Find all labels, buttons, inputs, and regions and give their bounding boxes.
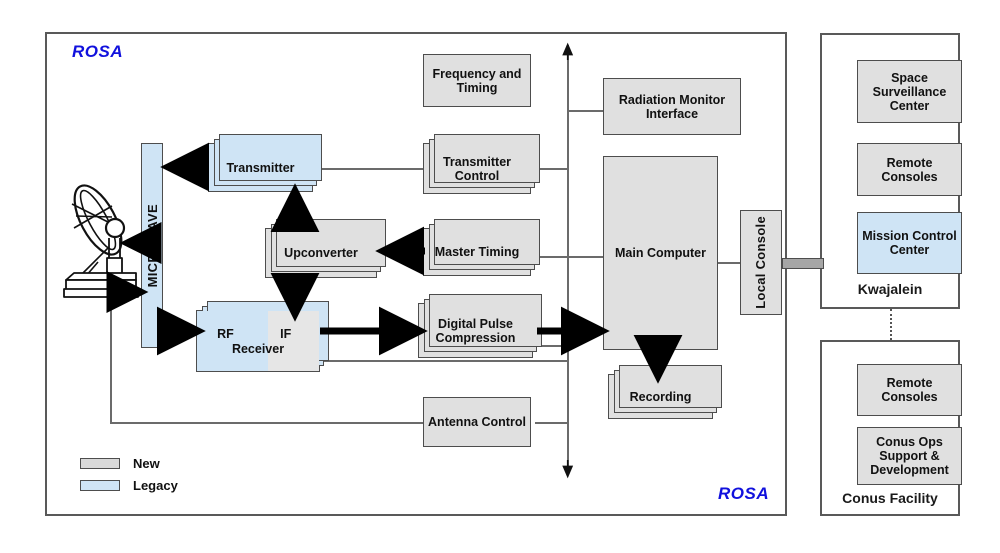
kwajalein-box-2-label: Mission Control Center: [862, 229, 957, 257]
box-digital-pulse-compression-label: Digital Pulse Compression: [435, 316, 516, 345]
microwave-bar: MICROWAVE: [141, 143, 163, 348]
receiver-rf-half: [197, 311, 268, 371]
diagram-canvas: ROSA ROSA MICROWAVE Transmitter Frequenc…: [0, 0, 1000, 553]
conus-box-conus-ops-support-development[interactable]: Conus Ops Support & Development: [857, 427, 962, 485]
legend-item-legacy: Legacy: [80, 478, 178, 493]
vertical-bus: [567, 45, 569, 475]
legend-label-new: New: [133, 456, 160, 471]
antenna-icon: [63, 184, 139, 298]
line-receiver-to-bus: [318, 360, 568, 362]
box-frequency-and-timing-label: Frequency and Timing: [432, 66, 522, 95]
box-main-computer-label: Main Computer: [615, 246, 706, 260]
conus-title: Conus Facility: [842, 490, 938, 506]
line-main-computer-to-local-console: [718, 262, 740, 264]
box-transmitter-control[interactable]: Transmitter Control: [423, 134, 540, 194]
line-radiation-monitor-to-bus: [567, 110, 603, 112]
box-transmitter[interactable]: Transmitter: [208, 134, 322, 192]
legend-swatch-legacy: [80, 480, 120, 491]
legend-item-new: New: [80, 456, 160, 471]
kwajalein-box-space-surveillance-center[interactable]: Space Surveillance Center: [857, 60, 962, 123]
box-rf-receiver[interactable]: RF IF Receiver: [196, 301, 329, 372]
box-frequency-and-timing[interactable]: Frequency and Timing: [423, 54, 531, 107]
box-main-computer[interactable]: Main Computer: [603, 156, 718, 350]
line-antenna-base-to-control: [110, 422, 430, 424]
conus-box-1-label: Conus Ops Support & Development: [870, 435, 949, 477]
box-recording-label: Recording: [629, 389, 692, 404]
box-digital-pulse-compression[interactable]: Digital Pulse Compression: [418, 294, 542, 358]
box-upconverter[interactable]: Upconverter: [265, 219, 386, 278]
box-master-timing[interactable]: Master Timing: [423, 219, 540, 276]
conus-box-remote-consoles[interactable]: Remote Consoles: [857, 364, 962, 416]
kwajalein-title: Kwajalein: [857, 281, 923, 297]
line-main-computer-left-stub: [567, 256, 603, 258]
line-antenna-control-to-bus: [535, 422, 568, 424]
kwajalein-box-mission-control-center[interactable]: Mission Control Center: [857, 212, 962, 274]
box-antenna-control-label: Antenna Control: [428, 415, 526, 429]
box-antenna-control[interactable]: Antenna Control: [423, 397, 531, 447]
line-transmitter-to-control: [318, 168, 428, 170]
local-console-label: Local Console: [752, 216, 768, 309]
legend: New Legacy: [80, 456, 250, 502]
receiver-if-half: [267, 311, 319, 371]
link-rosa-to-kwajalein: [782, 258, 824, 269]
box-master-timing-label: Master Timing: [434, 245, 520, 259]
microwave-label: MICROWAVE: [144, 203, 160, 288]
legend-swatch-new: [80, 458, 120, 469]
rosa-label-top: ROSA: [72, 42, 124, 61]
box-radiation-monitor-interface[interactable]: Radiation Monitor Interface: [603, 78, 741, 135]
kwajalein-box-1-label: Remote Consoles: [881, 155, 938, 184]
box-transmitter-label: Transmitter: [226, 160, 295, 175]
kwajalein-box-0-label: Space Surveillance Center: [872, 70, 947, 113]
link-kwajalein-to-conus: [890, 309, 892, 340]
box-local-console[interactable]: Local Console: [740, 210, 782, 315]
box-upconverter-label: Upconverter: [284, 246, 358, 260]
legend-label-legacy: Legacy: [133, 478, 178, 493]
box-radiation-monitor-interface-label: Radiation Monitor Interface: [618, 92, 726, 121]
kwajalein-box-remote-consoles[interactable]: Remote Consoles: [857, 143, 962, 196]
line-antenna-base-down: [110, 300, 112, 422]
box-transmitter-control-label: Transmitter Control: [442, 154, 512, 183]
rosa-label-bottom: ROSA: [718, 484, 770, 503]
conus-box-0-label: Remote Consoles: [881, 376, 938, 404]
box-recording[interactable]: Recording: [608, 365, 722, 419]
